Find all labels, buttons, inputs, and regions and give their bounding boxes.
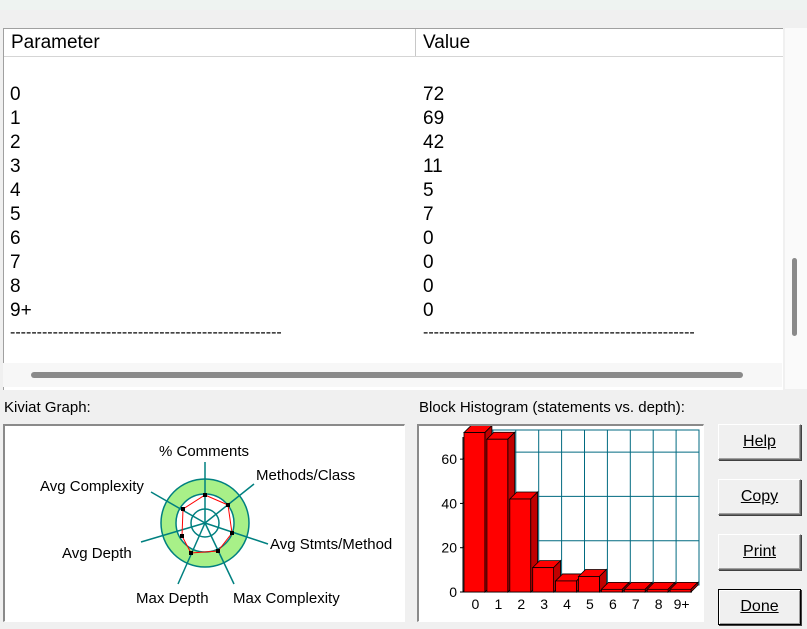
kiviat-axis-label: Avg Complexity bbox=[40, 478, 144, 495]
parameter-cell: 5 bbox=[10, 204, 21, 225]
table-row[interactable]: 57 bbox=[4, 204, 783, 228]
kiviat-axis-label: % Comments bbox=[159, 443, 249, 460]
table-row[interactable]: 0 72 bbox=[4, 84, 783, 108]
kiviat-axis-label: Max Depth bbox=[136, 590, 209, 607]
kiviat-axis-label: Methods/Class bbox=[256, 467, 355, 484]
print-button[interactable]: Print bbox=[718, 534, 801, 570]
separator-line: ----------------------------------------… bbox=[423, 324, 695, 341]
parameter-cell: 6 bbox=[10, 228, 21, 249]
value-cell: 0 bbox=[423, 252, 434, 273]
x-tick-label: 2 bbox=[517, 596, 525, 612]
value-cell: 7 bbox=[423, 204, 434, 225]
parameter-cell: 2 bbox=[10, 132, 21, 153]
kiviat-axis-label: Avg Stmts/Method bbox=[270, 536, 392, 553]
histogram-y-ticks: 0 20 40 60 bbox=[441, 451, 463, 600]
y-tick-label: 40 bbox=[441, 495, 457, 511]
column-header-value[interactable]: Value bbox=[423, 32, 470, 54]
kiviat-graph-svg: % Comments Methods/Class Avg Stmts/Metho… bbox=[40, 443, 392, 607]
done-button[interactable]: Done bbox=[718, 589, 801, 625]
x-tick-label: 7 bbox=[632, 596, 640, 612]
table-row[interactable]: 2 42 bbox=[4, 132, 783, 156]
column-divider[interactable] bbox=[415, 29, 416, 56]
kiviat-graph: % Comments Methods/Class Avg Stmts/Metho… bbox=[3, 424, 405, 622]
block-histogram: 0 20 40 60 0 1 2 3 4 5 6 7 8 9+ bbox=[417, 424, 704, 622]
horizontal-scroll-thumb[interactable] bbox=[31, 372, 743, 378]
parameter-cell: 3 bbox=[10, 156, 21, 177]
y-tick-label: 60 bbox=[441, 451, 457, 467]
histogram-x-ticks: 0 1 2 3 4 5 6 7 8 9+ bbox=[472, 596, 690, 612]
metrics-table: Parameter Value 0 72 1 69 2 42 3 11 4 5 5 7 6 0 7 0 8 0 9+… bbox=[3, 28, 783, 390]
kiviat-axis-label: Max Complexity bbox=[233, 590, 340, 607]
table-row[interactable]: 80 bbox=[4, 276, 783, 300]
table-header: Parameter Value bbox=[4, 29, 783, 57]
histogram-bars bbox=[463, 424, 699, 593]
x-tick-label: 6 bbox=[609, 596, 617, 612]
x-tick-label: 3 bbox=[540, 596, 548, 612]
column-header-parameter[interactable]: Parameter bbox=[11, 32, 100, 54]
horizontal-scrollbar[interactable] bbox=[3, 363, 782, 387]
parameter-cell: 4 bbox=[10, 180, 21, 201]
value-cell: 0 bbox=[423, 300, 434, 321]
parameter-cell: 0 bbox=[10, 84, 21, 105]
value-cell: 11 bbox=[423, 156, 443, 177]
value-cell: 0 bbox=[423, 228, 434, 249]
table-row[interactable]: 1 69 bbox=[4, 108, 783, 132]
kiviat-axis-label: Avg Depth bbox=[62, 545, 132, 562]
separator-line: ----------------------------------------… bbox=[10, 324, 282, 341]
table-row[interactable]: 60 bbox=[4, 228, 783, 252]
y-tick-label: 0 bbox=[449, 584, 457, 600]
parameter-cell: 1 bbox=[10, 108, 21, 129]
x-tick-label: 0 bbox=[472, 596, 480, 612]
vertical-scroll-thumb[interactable] bbox=[792, 258, 797, 336]
x-tick-label: 9+ bbox=[674, 596, 690, 612]
kiviat-graph-label: Kiviat Graph: bbox=[4, 399, 91, 416]
value-cell: 0 bbox=[423, 276, 434, 297]
parameter-cell: 8 bbox=[10, 276, 21, 297]
parameter-cell: 7 bbox=[10, 252, 21, 273]
value-cell: 42 bbox=[423, 132, 445, 153]
table-row[interactable]: 70 bbox=[4, 252, 783, 276]
parameter-cell: 9+ bbox=[10, 300, 32, 321]
table-row[interactable]: 3 11 bbox=[4, 156, 783, 180]
y-tick-label: 20 bbox=[441, 540, 457, 556]
value-cell: 72 bbox=[423, 84, 445, 105]
x-tick-label: 5 bbox=[586, 596, 594, 612]
vertical-scrollbar[interactable] bbox=[785, 28, 807, 389]
x-tick-label: 4 bbox=[563, 596, 571, 612]
x-tick-label: 1 bbox=[494, 596, 502, 612]
histogram-chart: 0204060 0 1 2 3 4 5 6 7 8 9+ bbox=[441, 424, 700, 612]
table-row[interactable]: 9+ 0 bbox=[4, 300, 783, 324]
help-button[interactable]: Help bbox=[718, 424, 801, 460]
histogram-label: Block Histogram (statements vs. depth): bbox=[419, 399, 685, 416]
title-strip bbox=[0, 0, 807, 10]
value-cell: 5 bbox=[423, 180, 434, 201]
value-cell: 69 bbox=[423, 108, 445, 129]
copy-button[interactable]: Copy bbox=[718, 479, 801, 515]
table-row[interactable]: 45 bbox=[4, 180, 783, 204]
x-tick-label: 8 bbox=[655, 596, 663, 612]
